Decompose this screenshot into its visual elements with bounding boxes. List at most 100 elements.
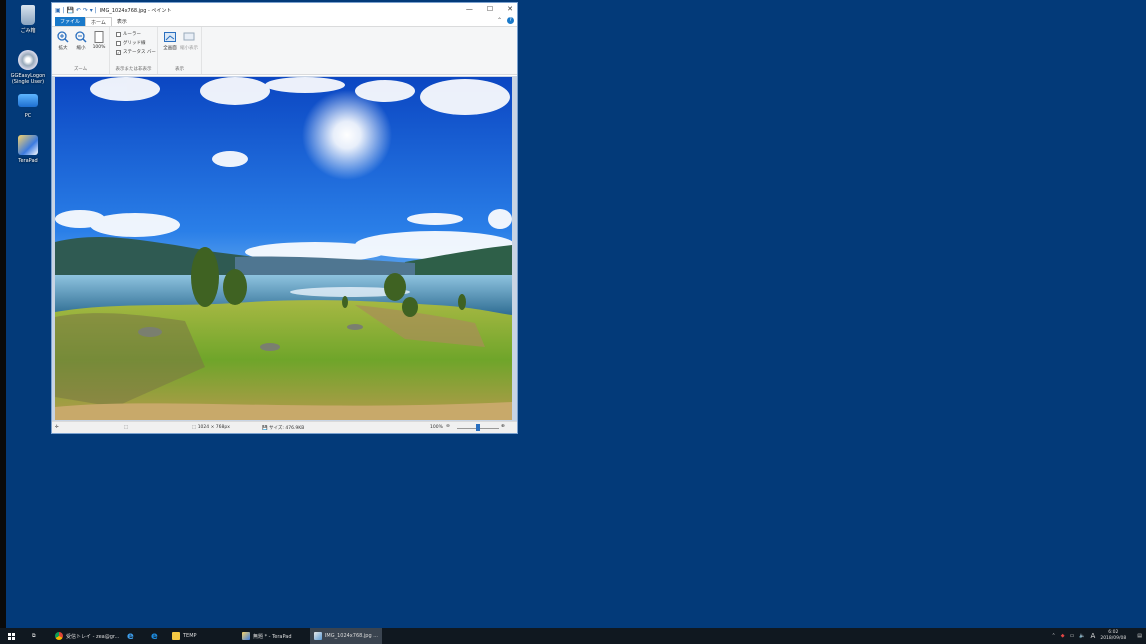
gridlines-checkbox[interactable]: グリッド線: [116, 40, 146, 46]
ribbon-group-label: 表示または非表示: [115, 67, 152, 72]
taskbar-item-ie[interactable]: e: [127, 628, 134, 644]
image-canvas[interactable]: [55, 77, 512, 420]
ime-indicator[interactable]: A: [1091, 632, 1096, 640]
image-dimensions: ⬚ 1024 × 768px: [192, 425, 230, 430]
tab-view[interactable]: 表示: [112, 17, 132, 26]
selection-size-icon: ⬚: [124, 425, 129, 430]
maximize-icon[interactable]: ☐: [487, 5, 493, 13]
taskbar-item-label: IMG_1024x768.jpg ...: [324, 633, 378, 639]
desktop-icon-terapad[interactable]: TeraPad: [6, 135, 50, 164]
folder-icon: [172, 632, 180, 640]
zoom-100-button[interactable]: 100%: [90, 31, 108, 50]
thumbnail-label: 縮小表示: [180, 46, 198, 51]
cursor-position-icon: ✛: [55, 425, 59, 430]
ruler-checkbox[interactable]: ルーラー: [116, 31, 141, 37]
task-view-button[interactable]: ⧉: [32, 628, 36, 644]
thumbnail-button[interactable]: 縮小表示: [180, 31, 198, 51]
minimize-icon[interactable]: —: [466, 5, 473, 13]
thumbnail-icon: [183, 31, 195, 43]
system-tray: ⌃ ◆ ▭ 🔈 A 6:02 2018/09/08 ▤: [1052, 628, 1143, 644]
disk-icon: 💾: [262, 426, 270, 431]
status-bar: ✛ ⬚ ⬚ 1024 × 768px 💾 サイズ: 476.9KB 100% ⊖…: [52, 421, 517, 433]
network-icon[interactable]: ▭: [1070, 633, 1075, 639]
ribbon-tabs: ファイル ホーム 表示 ⌃ ?: [52, 17, 517, 26]
desktop-icon-label: PC: [24, 113, 32, 119]
desktop-icon-ggeasylogon[interactable]: GGEasyLogon (Single User): [6, 50, 50, 85]
desktop-icon-label: ごみ箱: [20, 28, 36, 34]
taskbar-item-temp[interactable]: TEMP: [172, 628, 197, 644]
task-view-icon: ⧉: [32, 633, 36, 639]
fullscreen-label: 全画面: [163, 46, 177, 51]
zoom-slider-thumb[interactable]: [476, 424, 480, 431]
zoom-in-icon: [57, 31, 69, 43]
file-size: 💾 サイズ: 476.9KB: [262, 425, 304, 431]
taskbar-item-chrome[interactable]: 受信トレイ - zea@gr...: [55, 628, 119, 644]
file-size-value: サイズ: 476.9KB: [269, 426, 305, 431]
desktop-icon-label: TeraPad: [18, 158, 38, 164]
quick-access-toolbar[interactable]: ▣ | 💾 ↶ ↷ ▾ |: [55, 7, 97, 14]
zoom-level: 100%: [430, 425, 443, 430]
edge-icon: e: [151, 630, 158, 642]
checkbox-box: [116, 40, 121, 46]
statusbar-checkbox[interactable]: ✓ ステータス バー: [116, 49, 156, 55]
fullscreen-button[interactable]: 全画面: [161, 31, 179, 51]
landscape-photo: [55, 77, 512, 420]
ribbon-group-show-hide: ルーラー グリッド線 ✓ ステータス バー 表示または非表示: [110, 27, 158, 74]
desktop-icon-pc[interactable]: PC: [6, 94, 50, 119]
chrome-icon: [55, 632, 63, 640]
recycle-bin-icon: [21, 5, 35, 25]
tab-file[interactable]: ファイル: [55, 17, 86, 26]
taskbar-item-terapad[interactable]: 無題 * - TeraPad: [242, 628, 292, 644]
zoom-in-label: 拡大: [58, 46, 68, 51]
window-title: IMG_1024x768.jpg - ペイント: [99, 7, 172, 14]
notifications-icon[interactable]: ▤: [1137, 633, 1142, 639]
dimensions-value: 1024 × 768px: [197, 425, 230, 430]
title-bar[interactable]: ▣ | 💾 ↶ ↷ ▾ | IMG_1024x768.jpg - ペイント — …: [52, 3, 517, 17]
zoom-in-button[interactable]: 拡大: [54, 31, 72, 51]
clock[interactable]: 6:02 2018/09/08: [1100, 630, 1126, 642]
taskbar-item-paint[interactable]: IMG_1024x768.jpg ...: [310, 628, 382, 644]
ribbon-group-zoom: 拡大 縮小 100% ズーム: [52, 27, 110, 74]
terapad-icon: [242, 632, 250, 640]
close-icon[interactable]: ✕: [507, 5, 513, 13]
ribbon-group-label: ズーム: [73, 67, 88, 72]
help-icon[interactable]: ?: [507, 17, 514, 24]
volume-icon[interactable]: 🔈: [1079, 633, 1085, 639]
taskbar-item-label: 受信トレイ - zea@gr...: [66, 633, 120, 640]
checkbox-box: [116, 31, 121, 37]
clock-date: 2018/09/08: [1100, 636, 1127, 641]
canvas-area[interactable]: [52, 76, 517, 422]
check-icon: ✓: [116, 49, 121, 55]
ruler-label: ルーラー: [123, 32, 141, 37]
desktop-icon-recycle-bin[interactable]: ごみ箱: [6, 5, 50, 34]
zoom-minus-icon[interactable]: ⊖: [446, 424, 450, 429]
fullscreen-icon: [164, 31, 176, 43]
paint-icon: [314, 632, 322, 640]
zoom-100-label: 100%: [92, 45, 106, 50]
taskbar-item-label: 無題 * - TeraPad: [253, 633, 292, 640]
desktop-icon-label: GGEasyLogon (Single User): [10, 73, 46, 85]
ribbon-collapse-icon[interactable]: ⌃: [497, 17, 502, 24]
zoom-out-button[interactable]: 縮小: [72, 31, 90, 51]
app-tray-icon[interactable]: ◆: [1061, 633, 1065, 639]
ie-icon: e: [127, 630, 134, 642]
terapad-icon: [18, 135, 38, 155]
computer-icon: [18, 94, 38, 107]
zoom-plus-icon[interactable]: ⊕: [501, 424, 505, 429]
paint-window[interactable]: ▣ | 💾 ↶ ↷ ▾ | IMG_1024x768.jpg - ペイント — …: [51, 2, 518, 434]
taskbar: ⧉ 受信トレイ - zea@gr... e e TEMP 無題 * - Tera…: [0, 628, 1146, 644]
taskbar-item-edge[interactable]: e: [151, 628, 158, 644]
ribbon-group-display: 全画面 縮小表示 表示: [158, 27, 202, 74]
tab-home[interactable]: ホーム: [85, 17, 112, 26]
show-hidden-icons-icon[interactable]: ⌃: [1052, 633, 1056, 639]
page-icon: [93, 31, 105, 43]
taskbar-item-label: TEMP: [183, 633, 197, 639]
disc-icon: [18, 50, 38, 70]
ribbon: 拡大 縮小 100% ズーム ルーラー グリッド線 ✓ ステータス バー 表示また…: [52, 26, 517, 75]
ribbon-group-label: 表示: [175, 67, 184, 72]
start-button[interactable]: [8, 628, 15, 644]
statusbar-label: ステータス バー: [123, 50, 156, 55]
windows-icon: [8, 632, 15, 640]
zoom-out-icon: [75, 31, 87, 43]
gridlines-label: グリッド線: [123, 41, 146, 46]
